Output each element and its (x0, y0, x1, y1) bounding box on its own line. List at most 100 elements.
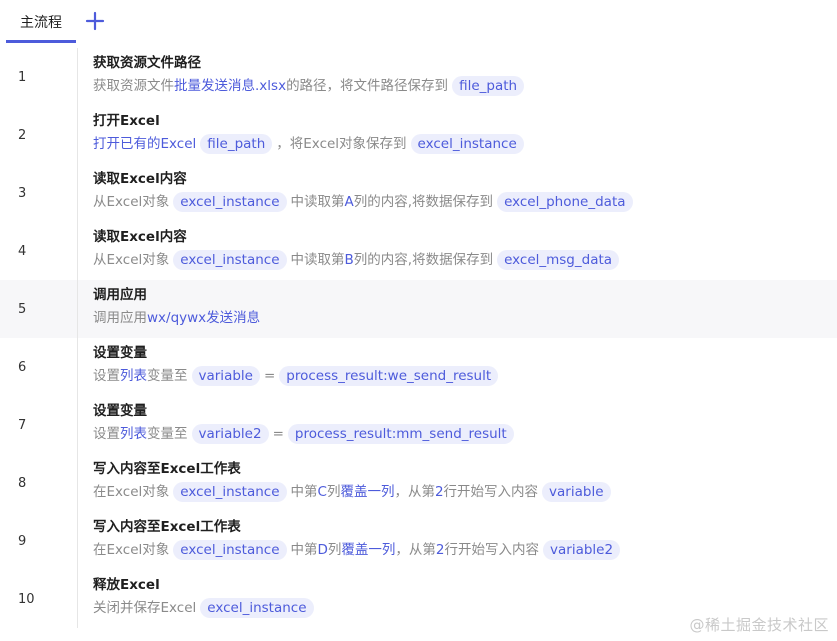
desc-text: = (272, 426, 284, 442)
flow-step-row[interactable]: 2 打开Excel 打开已有的Excel file_path ，将Excel对象保存到 e… (0, 106, 837, 164)
step-content: 调用应用 调用应用 wx/qywx发送消息 (78, 280, 837, 338)
watermark: @稀土掘金技术社区 (689, 616, 829, 634)
desc-text: 设置 (93, 426, 120, 442)
desc-text: 变量至 (147, 426, 188, 442)
variable-pill[interactable]: process_result:mm_send_result (287, 424, 514, 444)
variable-pill[interactable]: variable2 (191, 424, 269, 444)
variable-pill[interactable]: variable (542, 482, 611, 502)
step-description: 从Excel对象 excel_instance 中读取第 A 列的内容,将数据保存到 ex… (93, 191, 837, 213)
variable-pill[interactable]: excel_instance (173, 540, 287, 560)
param-link[interactable]: 覆盖一列 (341, 539, 395, 561)
tab-main-flow[interactable]: 主流程 (6, 0, 76, 44)
desc-text: 获取资源文件 (93, 78, 174, 94)
step-number: 7 (0, 396, 78, 454)
flow-step-row[interactable]: 9 写入内容至Excel工作表 在Excel对象 excel_instance 中第 D 列… (0, 512, 837, 570)
variable-pill[interactable]: file_path (452, 76, 525, 96)
active-tab-indicator (6, 40, 76, 43)
flow-step-row[interactable]: 3 读取Excel内容从Excel对象 excel_instance 中读取第 A 列的内… (0, 164, 837, 222)
step-number: 6 (0, 338, 78, 396)
desc-text: 中第 (290, 542, 318, 558)
desc-text: 行开始写入内容 (444, 542, 540, 558)
variable-pill[interactable]: variable2 (543, 540, 621, 560)
step-number: 10 (0, 570, 78, 628)
step-description: 从Excel对象 excel_instance 中读取第 B 列的内容,将数据保存到 ex… (93, 249, 837, 271)
flow-step-row[interactable]: 7 设置变量 设置 列表 变量至 variable2 = process_result:mm_… (0, 396, 837, 454)
desc-text: 列的内容,将数据保存到 (353, 252, 494, 268)
desc-text: 调用应用 (93, 310, 147, 326)
step-number: 2 (0, 106, 78, 164)
step-content: 写入内容至Excel工作表在Excel对象 excel_instance 中第 D 列覆… (78, 512, 837, 570)
desc-text: 设置 (93, 368, 120, 384)
desc-text: ，将Excel对象保存到 (276, 136, 407, 152)
param-link[interactable]: D (318, 539, 328, 561)
step-title: 打开Excel (93, 113, 160, 129)
step-content: 设置变量设置 列表 变量至 variable2 = process_result:mm_s… (78, 396, 837, 454)
flow-step-list: 1 获取资源文件路径 获取资源文件 批量发送消息.xlsx 的路径，将文件路径保存到 fi… (0, 48, 837, 628)
step-title: 调用应用 (93, 287, 147, 303)
flow-step-row[interactable]: 5 调用应用 调用应用 wx/qywx发送消息 (0, 280, 837, 338)
param-link[interactable]: A (345, 191, 354, 213)
step-content: 写入内容至Excel工作表在Excel对象 excel_instance 中第 C 列覆… (78, 454, 837, 512)
desc-text: 关闭并保存Excel (93, 600, 197, 616)
step-title: 写入内容至Excel工作表 (93, 461, 241, 477)
step-description: 在Excel对象 excel_instance 中第 D 列覆盖一列 ，从第 2 行开始写入内… (93, 539, 837, 561)
step-number: 4 (0, 222, 78, 280)
variable-pill[interactable]: excel_msg_data (497, 250, 620, 270)
add-tab-button[interactable] (82, 8, 108, 34)
variable-pill[interactable]: variable (191, 366, 260, 386)
desc-text: 列的内容,将数据保存到 (353, 194, 494, 210)
step-title: 写入内容至Excel工作表 (93, 519, 241, 535)
step-number: 8 (0, 454, 78, 512)
desc-text: ，从第 (395, 542, 436, 558)
step-content: 打开Excel 打开已有的Excel file_path ，将Excel对象保存到 ex… (78, 106, 837, 164)
step-number: 9 (0, 512, 78, 570)
variable-pill[interactable]: excel_instance (173, 482, 287, 502)
param-link[interactable]: C (318, 481, 327, 503)
param-link[interactable]: 2 (435, 481, 444, 503)
variable-pill[interactable]: excel_instance (410, 134, 524, 154)
step-description: 打开已有的Excel file_path ，将Excel对象保存到 excel_ins… (93, 133, 837, 155)
desc-text: 行开始写入内容 (443, 484, 539, 500)
flow-step-row[interactable]: 1 获取资源文件路径 获取资源文件 批量发送消息.xlsx 的路径，将文件路径保存到 fi… (0, 48, 837, 106)
step-content: 设置变量设置 列表 变量至 variable = process_result:we_se… (78, 338, 837, 396)
variable-pill[interactable]: excel_instance (173, 192, 287, 212)
param-link[interactable]: B (345, 249, 354, 271)
step-description: 设置 列表 变量至 variable = process_result:we_send_r… (93, 365, 837, 387)
param-link[interactable]: 列表 (120, 423, 147, 445)
step-title: 读取Excel内容 (93, 171, 187, 187)
step-title: 设置变量 (93, 403, 147, 419)
param-link[interactable]: 打开已有的Excel (93, 133, 196, 155)
desc-text: 中读取第 (290, 252, 345, 268)
param-link[interactable]: 2 (436, 539, 445, 561)
step-title: 设置变量 (93, 345, 147, 361)
desc-text: 在Excel对象 (93, 484, 170, 500)
step-description: 调用应用 wx/qywx发送消息 (93, 307, 837, 329)
variable-pill[interactable]: excel_instance (200, 598, 314, 618)
step-title: 获取资源文件路径 (93, 55, 201, 71)
step-title: 读取Excel内容 (93, 229, 187, 245)
desc-text: ，从第 (394, 484, 435, 500)
variable-pill[interactable]: file_path (200, 134, 273, 154)
param-link[interactable]: wx/qywx发送消息 (147, 307, 260, 329)
step-content: 获取资源文件路径获取资源文件 批量发送消息.xlsx 的路径，将文件路径保存到 fil… (78, 48, 837, 106)
step-number: 5 (0, 280, 78, 338)
param-link[interactable]: 批量发送消息.xlsx (174, 75, 286, 97)
step-number: 1 (0, 48, 78, 106)
step-number: 3 (0, 164, 78, 222)
variable-pill[interactable]: excel_instance (173, 250, 287, 270)
plus-icon (85, 11, 105, 31)
step-description: 在Excel对象 excel_instance 中第 C 列覆盖一列 ，从第 2 行开始写入内… (93, 481, 837, 503)
step-description: 设置 列表 变量至 variable2 = process_result:mm_send_… (93, 423, 837, 445)
param-link[interactable]: 覆盖一列 (340, 481, 394, 503)
desc-text: 中第 (290, 484, 318, 500)
variable-pill[interactable]: excel_phone_data (497, 192, 633, 212)
tab-bar: 主流程 (0, 0, 837, 44)
step-description: 获取资源文件 批量发送消息.xlsx 的路径，将文件路径保存到 file_path (93, 75, 837, 97)
step-content: 读取Excel内容从Excel对象 excel_instance 中读取第 B 列的内容… (78, 222, 837, 280)
variable-pill[interactable]: process_result:we_send_result (279, 366, 499, 386)
flow-step-row[interactable]: 6 设置变量 设置 列表 变量至 variable = process_result:we_s… (0, 338, 837, 396)
param-link[interactable]: 列表 (120, 365, 147, 387)
flow-step-row[interactable]: 8 写入内容至Excel工作表 在Excel对象 excel_instance 中第 C 列… (0, 454, 837, 512)
flow-step-row[interactable]: 4 读取Excel内容 从Excel对象 excel_instance 中读取第 B 列的内… (0, 222, 837, 280)
desc-text: = (263, 368, 276, 384)
